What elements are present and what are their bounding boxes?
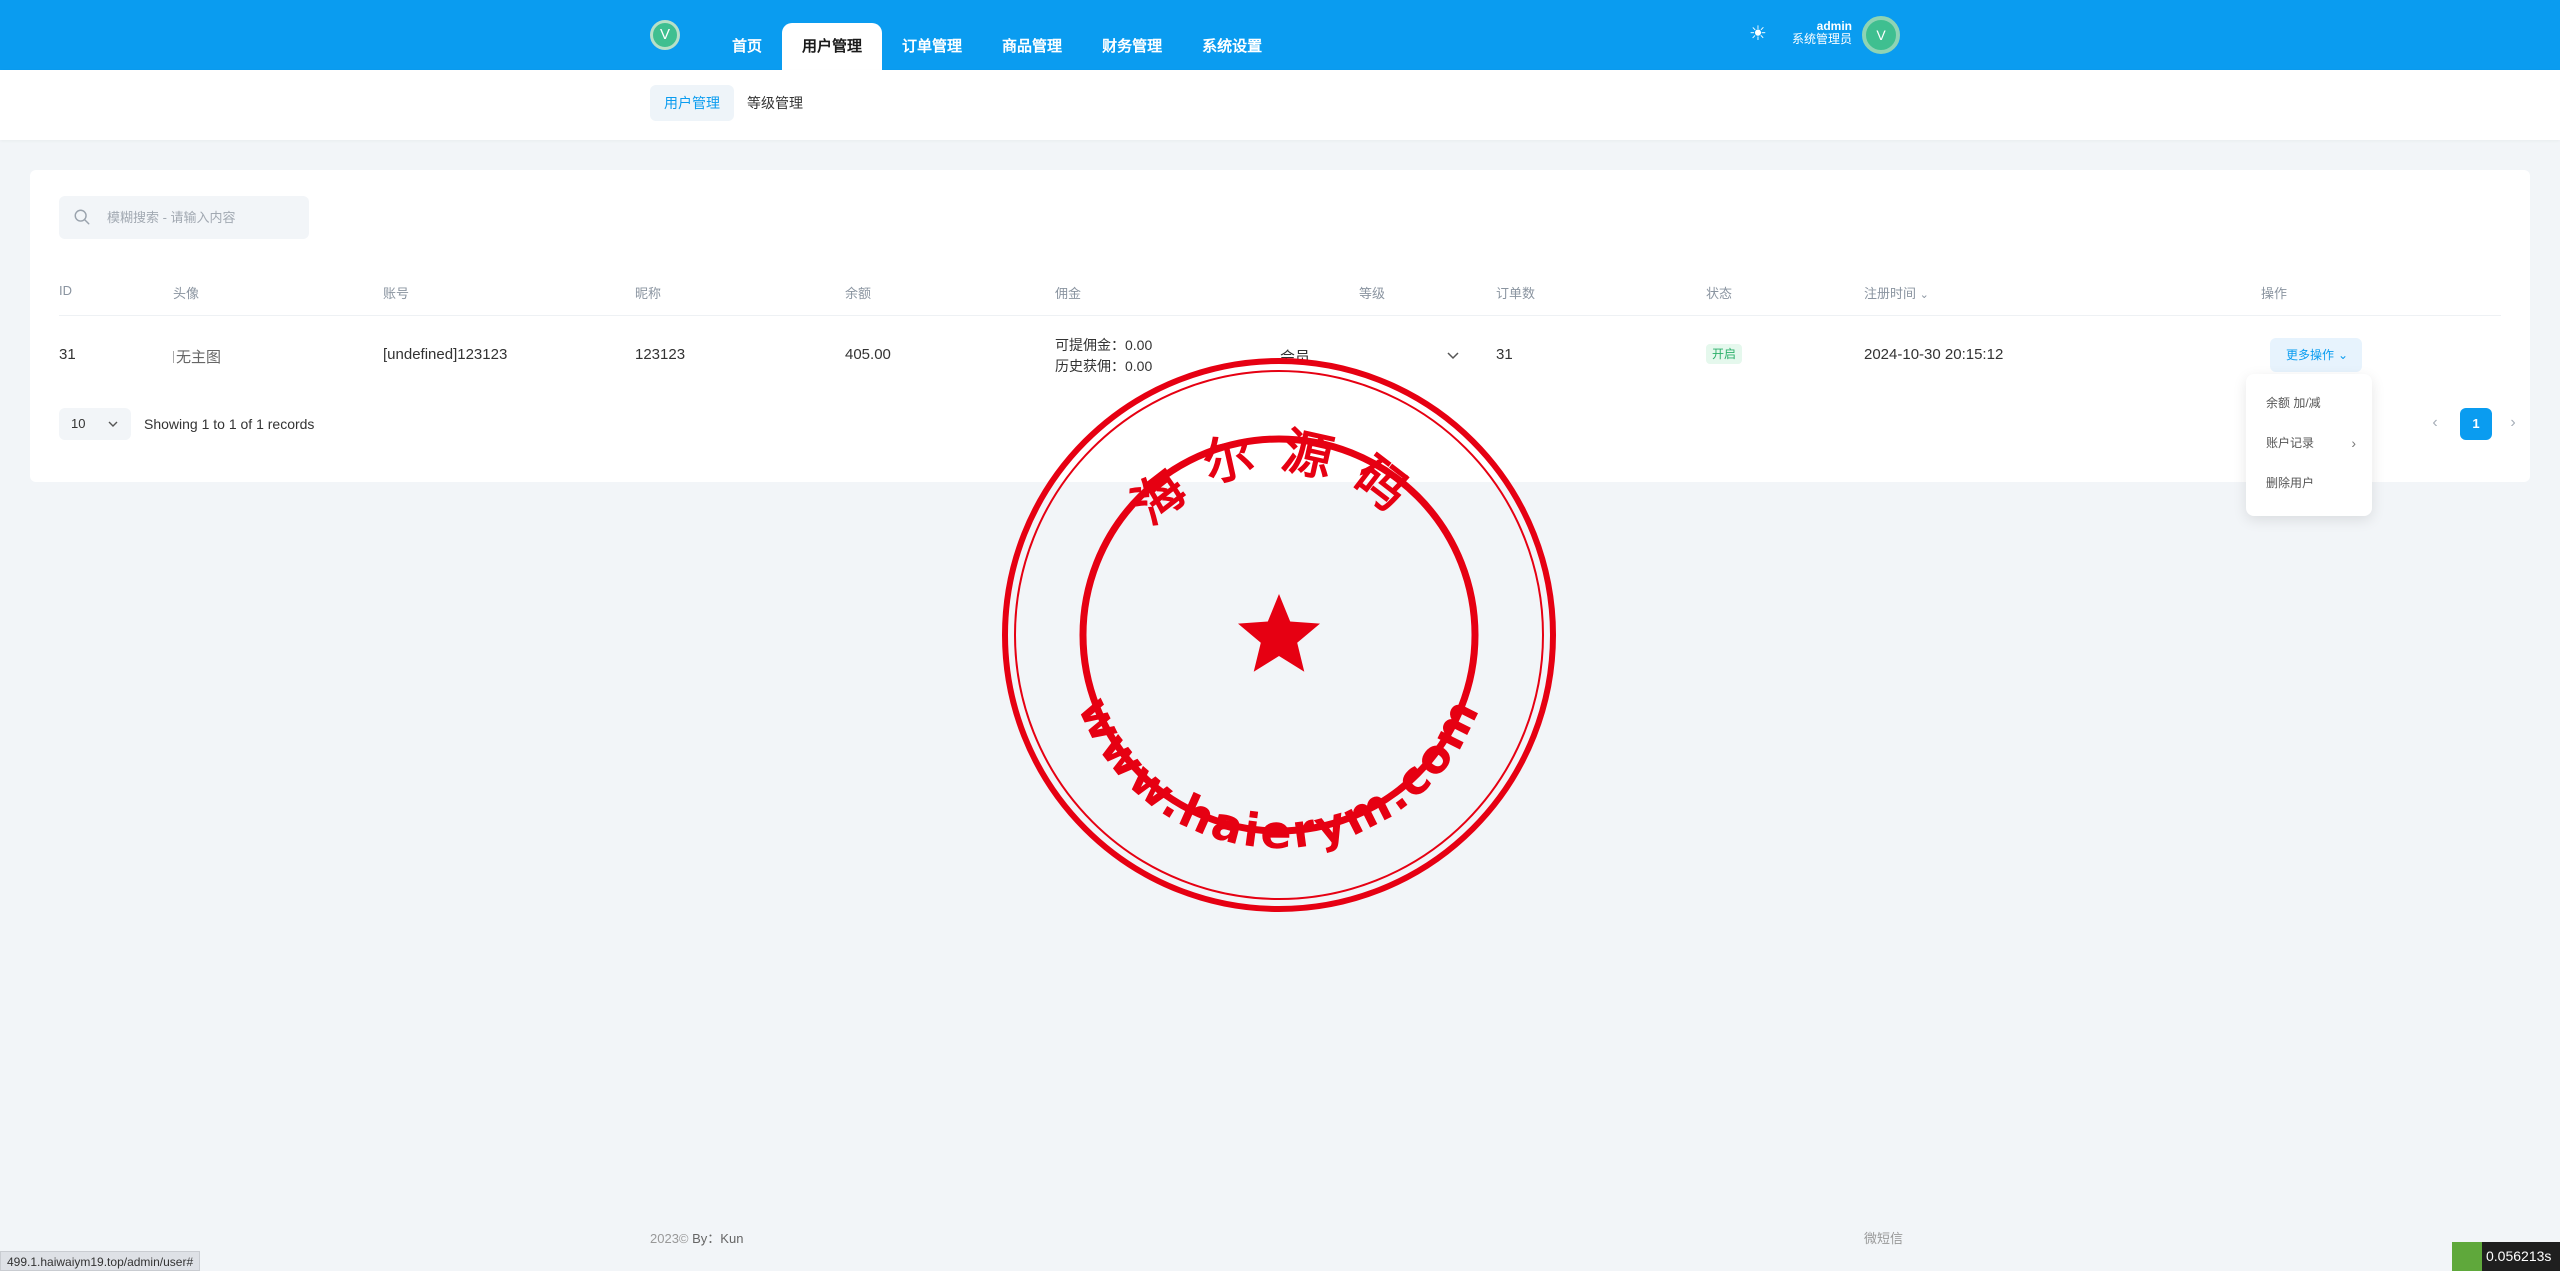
nav-finance-management[interactable]: 财务管理 (1082, 23, 1182, 70)
header-divider (59, 315, 2501, 316)
cell-reg-time: 2024-10-30 20:15:12 (1864, 346, 2004, 363)
col-header-nickname: 昵称 (635, 286, 662, 301)
prev-page-button[interactable]: ‹ (2428, 415, 2442, 431)
more-actions-menu: 余额 加/减 账户记录 › 删除用户 (2246, 374, 2372, 516)
watermark-bottom-text: www.haierym.com (1067, 688, 1490, 859)
nav-user-management[interactable]: 用户管理 (782, 23, 883, 70)
sun-icon[interactable]: ☀ (1748, 24, 1768, 44)
main-nav: 首页 用户管理 订单管理 商品管理 财务管理 系统设置 (712, 23, 1282, 70)
leaf-icon (2452, 1242, 2482, 1271)
search-icon (74, 209, 90, 225)
cell-account: [undefined]123123 (383, 346, 508, 363)
col-header-actions: 操作 (2261, 286, 2288, 301)
sub-nav-bar: 用户管理 等级管理 (0, 70, 2560, 140)
footer-year: 2023© (650, 1231, 689, 1246)
nav-product-management[interactable]: 商品管理 (982, 23, 1082, 70)
avatar-alt-text: 无主图 (176, 349, 222, 366)
status-badge: 开启 (1706, 344, 1743, 364)
star-icon (1238, 594, 1320, 672)
chevron-down-icon (108, 421, 118, 427)
nav-order-management[interactable]: 订单管理 (882, 23, 982, 70)
col-header-commission: 佣金 (1055, 286, 1082, 301)
status-url: 499.1.haiwaiym19.top/admin/user# (0, 1251, 201, 1271)
tab-user-management[interactable]: 用户管理 (650, 85, 734, 121)
reg-time-label: 注册时间 (1864, 286, 1917, 301)
menu-item-account-records-label: 账户记录 (2266, 436, 2315, 450)
sort-chevron-icon: ⌄ (1919, 289, 1929, 301)
menu-item-balance-adjust[interactable]: 余额 加/减 (2246, 385, 2372, 421)
cell-nickname: 123123 (635, 346, 686, 363)
footer-link[interactable]: 微短信 (1864, 1228, 1903, 1247)
user-info[interactable]: admin 系统管理员 (1792, 20, 1852, 46)
menu-item-delete-user[interactable]: 删除用户 (2246, 465, 2372, 501)
watermark-stamp: 海尔源码 www.haierym.com (1002, 358, 1556, 912)
tab-level-management[interactable]: 等级管理 (733, 85, 817, 121)
footer-by: By：Kun (692, 1231, 744, 1246)
page-button-current[interactable]: 1 (2460, 408, 2492, 440)
col-header-reg-time[interactable]: 注册时间 ⌄ (1864, 283, 1929, 302)
page-size-value: 10 (71, 416, 86, 431)
next-page-button[interactable]: › (2506, 415, 2520, 431)
top-nav-bar: V 首页 用户管理 订单管理 商品管理 财务管理 系统设置 ☀ admin 系统… (0, 0, 2560, 70)
footer-copyright: 2023© By：Kun (650, 1228, 743, 1247)
timer-value: 0.056213s (2486, 1248, 2552, 1264)
avatar[interactable]: V (1862, 16, 1900, 54)
col-header-avatar: 头像 (173, 286, 200, 301)
more-actions-button[interactable]: 更多操作 ⌄ (2270, 338, 2363, 372)
col-header-balance: 余额 (845, 286, 872, 301)
col-header-account: 账号 (383, 286, 410, 301)
nav-home[interactable]: 首页 (712, 23, 782, 70)
page-size-select[interactable]: 10 (59, 408, 131, 440)
col-header-orders: 订单数 (1496, 286, 1536, 301)
records-summary: Showing 1 to 1 of 1 records (144, 416, 315, 432)
debug-timer: 0.056213s (2452, 1242, 2560, 1271)
chevron-right-icon: › (2351, 435, 2356, 451)
menu-item-account-records[interactable]: 账户记录 › (2246, 425, 2372, 461)
search-box (59, 196, 309, 239)
cell-avatar: 无主图 (173, 346, 221, 367)
search-input[interactable] (107, 196, 302, 239)
user-role: 系统管理员 (1792, 32, 1853, 46)
more-actions-label: 更多操作 (2286, 348, 2335, 362)
col-header-level: 等级 (1359, 286, 1386, 301)
col-header-status: 状态 (1706, 286, 1733, 301)
nav-system-settings[interactable]: 系统设置 (1182, 23, 1282, 70)
chevron-down-icon: ⌄ (2338, 348, 2349, 362)
cell-balance: 405.00 (845, 346, 891, 363)
col-header-id: ID (59, 283, 72, 298)
cell-id: 31 (59, 346, 76, 363)
logo[interactable]: V (650, 20, 680, 50)
